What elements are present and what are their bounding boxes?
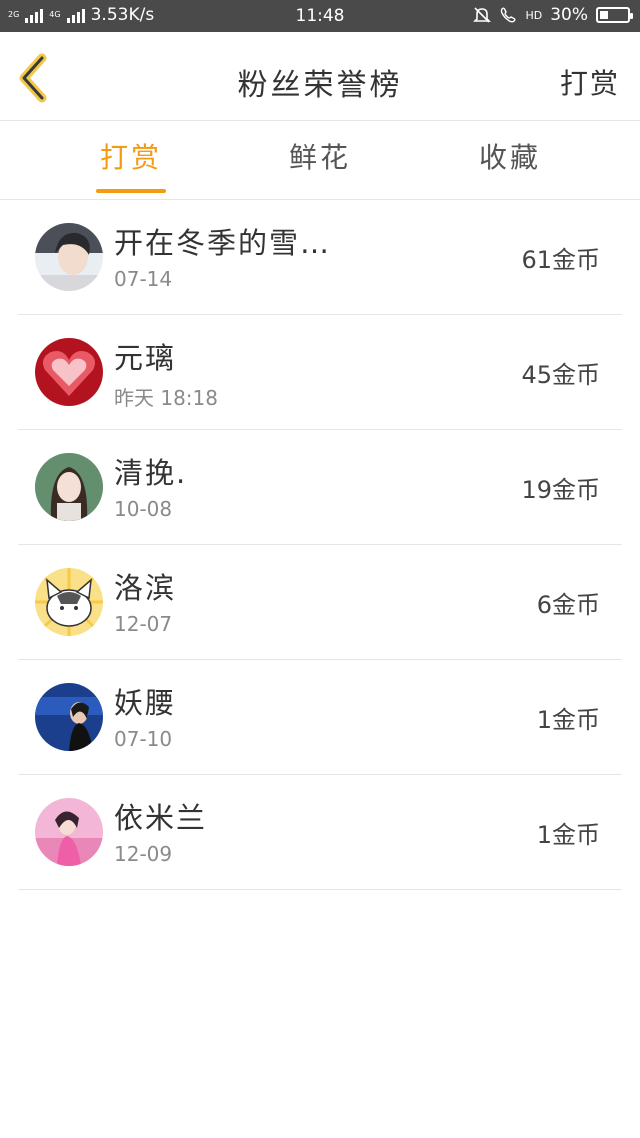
fan-list: 开在冬季的雪… 07-14 61金币 元璃 昨天 18:18 45金币 清挽. … [18,200,622,890]
battery-percent: 30% [550,5,588,25]
tab-flowers[interactable]: 鲜花 [240,121,400,199]
reward-date: 10-08 [114,497,173,521]
coin-amount: 6金币 [536,591,600,619]
coin-amount: 19金币 [521,476,600,504]
list-item[interactable]: 妖腰 07-10 1金币 [18,660,622,775]
avatar [35,453,103,521]
fan-name: 妖腰 [114,686,177,720]
list-item[interactable]: 元璃 昨天 18:18 45金币 [18,315,622,430]
status-right: HD 30% [473,5,633,25]
fan-name: 元璃 [114,341,177,375]
call-hd-icon [501,7,516,23]
reward-date: 07-10 [114,727,173,751]
avatar [35,223,103,291]
page-title: 粉丝荣誉榜 [237,68,403,103]
fan-name: 清挽. [114,456,188,490]
coin-amount: 1金币 [536,821,600,849]
reward-button[interactable]: 打赏 [560,62,620,102]
tab-favorites[interactable]: 收藏 [430,121,590,199]
coin-amount: 1金币 [536,706,600,734]
nav-bar: 粉丝荣誉榜 打赏 [0,32,640,121]
mute-bell-icon [473,7,492,23]
tab-reward[interactable]: 打赏 [51,121,211,199]
list-item[interactable]: 洛滨 12-07 6金币 [18,545,622,660]
reward-date: 昨天 18:18 [114,386,218,410]
fan-name: 洛滨 [114,571,177,605]
fan-name: 依米兰 [114,801,208,835]
avatar [35,338,103,406]
coin-amount: 45金币 [521,361,600,389]
reward-date: 12-09 [114,842,173,866]
battery-fill [600,11,608,19]
active-tab-indicator [96,189,166,193]
reward-date: 07-14 [114,267,173,291]
avatar [35,798,103,866]
list-item[interactable]: 开在冬季的雪… 07-14 61金币 [18,200,622,315]
list-item[interactable]: 清挽. 10-08 19金币 [18,430,622,545]
tab-bar: 打赏 鲜花 收藏 [0,121,640,200]
hd-label: HD [525,8,543,22]
coin-amount: 61金币 [521,246,600,274]
battery-icon [596,7,633,23]
list-item[interactable]: 依米兰 12-09 1金币 [18,775,622,890]
status-bar: 2G 4G 3.53K/s 11:48 HD 30% [0,0,640,32]
reward-date: 12-07 [114,612,173,636]
avatar [35,683,103,751]
avatar [35,568,103,636]
fan-name: 开在冬季的雪… [114,226,332,260]
